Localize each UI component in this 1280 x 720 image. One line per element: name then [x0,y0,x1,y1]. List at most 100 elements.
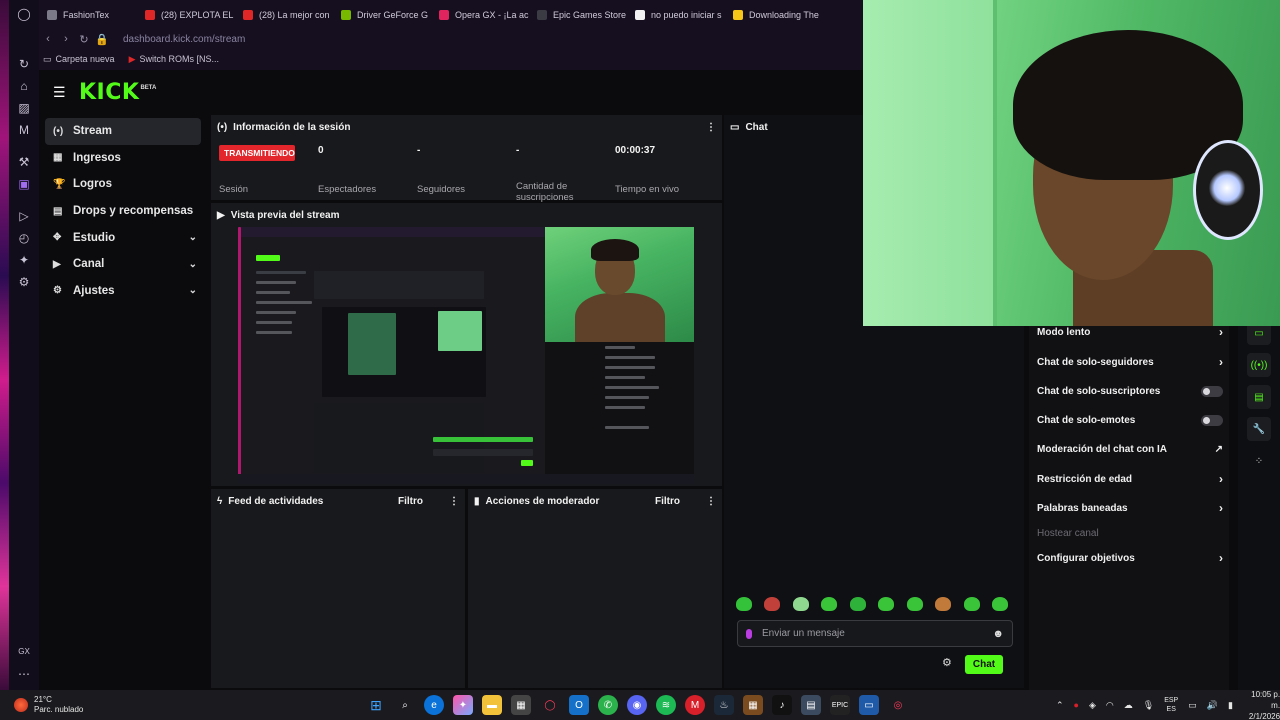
browser-tab[interactable]: (28) La mejor con [235,3,333,27]
chevron-down-icon[interactable]: ⌄ [189,285,197,296]
chat-setting-item[interactable]: Moderación del chat con IA ↗ [1037,442,1223,456]
battery-icon[interactable]: ▮ [1228,700,1233,711]
copilot-icon[interactable]: ✦ [453,695,473,715]
reload-icon[interactable]: ↻ [75,33,93,46]
nav-item-estudio[interactable]: ✥ Estudio ⌄ [45,224,201,251]
toggle-switch[interactable] [1201,414,1223,426]
url-field[interactable]: dashboard.kick.com/stream [123,34,245,45]
mic-icon[interactable] [746,628,752,639]
chat-setting-item[interactable]: Modo lento › [1037,325,1223,339]
chat-setting-item[interactable]: Chat de solo-seguidores › [1037,355,1223,369]
bookmark-folder[interactable]: ▭ Carpeta nueva [43,54,115,65]
share-icon[interactable]: ⁘ [1247,449,1271,473]
filter-button[interactable]: Filtro [398,496,423,507]
emoji-icon[interactable]: ☻ [992,628,1004,640]
history-icon[interactable]: ↻ [16,56,32,72]
kebab-menu-icon[interactable]: ⋮ [449,496,459,507]
browser-tab[interactable]: Driver GeForce G [333,3,431,27]
stream-preview-video[interactable] [238,227,694,484]
chat-setting-item[interactable]: Restricción de edad › [1037,472,1223,486]
tray-app-icon[interactable]: ◈ [1089,700,1096,711]
emote-icon[interactable] [878,597,895,611]
chat-setting-item[interactable]: Palabras baneadas › [1037,501,1223,515]
weather-widget[interactable]: 21°C Parc. nublado [14,690,83,720]
chat-setting-item[interactable]: Configurar objetivos › [1037,551,1223,565]
menu-icon[interactable]: ☰ [53,84,66,101]
cloud-icon[interactable]: ☁ [1124,700,1133,711]
send-chat-button[interactable]: Chat [965,655,1003,674]
minecraft-icon[interactable]: ▦ [743,695,763,715]
chevron-up-icon[interactable]: ⌃ [1056,700,1064,711]
toggle-switch[interactable] [1201,385,1223,397]
twitch-icon[interactable]: ▣ [16,176,32,192]
store-icon[interactable]: ▦ [511,695,531,715]
volume-icon[interactable]: 🔊 [1207,700,1218,711]
gx-corner-icon[interactable]: ▨ [16,100,32,116]
browser-tab[interactable]: FashionTex [39,3,137,27]
chat-settings-icon[interactable]: ⚙ [942,656,952,669]
opera-gx-icon-2[interactable]: ◎ [888,695,908,715]
back-icon[interactable]: ‹ [39,33,57,45]
filter-button[interactable]: Filtro [655,496,680,507]
more-icon[interactable]: ⋯ [16,666,32,682]
nav-item-stream[interactable]: (•) Stream [45,118,201,145]
emote-icon[interactable] [736,597,752,611]
gx-badge-icon[interactable]: GX [16,644,32,660]
tiktok-icon[interactable]: ♪ [772,695,792,715]
search-icon[interactable]: ⌕ [395,695,415,715]
browser-tab[interactable]: Opera GX - ¡La ac [431,3,529,27]
remote-icon[interactable]: ▭ [859,695,879,715]
nav-item-canal[interactable]: ▶ Canal ⌄ [45,251,201,278]
emote-icon[interactable] [821,597,838,611]
clock-icon[interactable]: ◴ [16,230,32,246]
emote-icon[interactable] [764,597,781,611]
layout-icon[interactable]: ▤ [1247,385,1271,409]
network-icon[interactable]: ▭ [1188,700,1197,711]
microphone-icon[interactable]: 🎙 [1143,700,1154,711]
settings-icon[interactable]: ⚙ [16,274,32,290]
edge-icon[interactable]: e [424,695,444,715]
discord-icon[interactable]: ◉ [627,695,647,715]
nav-item-ingresos[interactable]: ▦ Ingresos [45,145,201,172]
kebab-menu-icon[interactable]: ⋮ [706,496,716,507]
forward-icon[interactable]: › [57,33,75,45]
emote-icon[interactable] [991,597,1008,611]
start-icon[interactable]: ⊞ [366,695,386,715]
mega-icon[interactable]: M [685,695,705,715]
extensions-icon[interactable]: ✦ [16,252,32,268]
mega-tray-icon[interactable]: ● [1074,700,1079,710]
browser-tab[interactable]: Downloading The [725,3,823,27]
browser-tab[interactable]: Epic Games Store [529,3,627,27]
player-icon[interactable]: ▷ [16,208,32,224]
chat-setting-item[interactable]: Chat de solo-emotes [1037,413,1223,427]
gx-tool-icon[interactable]: ⚒ [16,154,32,170]
calculator-icon[interactable]: ▤ [801,695,821,715]
outlook-icon[interactable]: O [569,695,589,715]
emote-icon[interactable] [935,597,952,611]
chat-input[interactable]: Enviar un mensaje ☻ [737,620,1013,647]
wifi-tray-icon[interactable]: ◠ [1106,700,1114,711]
emote-icon[interactable] [849,597,866,611]
steam-icon[interactable]: ♨ [714,695,734,715]
gx-control-icon[interactable]: ⌂ [16,78,32,94]
wrench-icon[interactable]: 🔧 [1247,417,1271,441]
opera-gx-icon[interactable]: ◯ [540,695,560,715]
messenger-icon[interactable]: M [16,122,32,138]
emote-icon[interactable] [792,597,809,611]
clock[interactable]: 10:05 p. m. 2/1/2026 [1249,689,1280,720]
bookmark-switch-roms[interactable]: ▶ Switch ROMs [NS... [129,54,219,65]
opera-logo-icon[interactable]: ◯ [16,6,32,22]
whatsapp-icon[interactable]: ✆ [598,695,618,715]
chevron-down-icon[interactable]: ⌄ [189,232,197,243]
spotify-icon[interactable]: ≋ [656,695,676,715]
kick-logo[interactable]: KICK [79,80,139,105]
nav-item-logros[interactable]: 🏆 Logros [45,171,201,198]
nav-item-ajustes[interactable]: ⚙ Ajustes ⌄ [45,278,201,305]
kebab-menu-icon[interactable]: ⋮ [706,122,716,133]
epic-games-icon[interactable]: EPIC [830,695,850,715]
browser-tab[interactable]: no puedo iniciar s [627,3,725,27]
browser-tab[interactable]: (28) EXPLOTA EL [137,3,235,27]
nav-item-drops[interactable]: ▤ Drops y recompensas [45,198,201,225]
broadcast-icon[interactable]: ((•)) [1247,353,1271,377]
emote-icon[interactable] [963,597,980,611]
